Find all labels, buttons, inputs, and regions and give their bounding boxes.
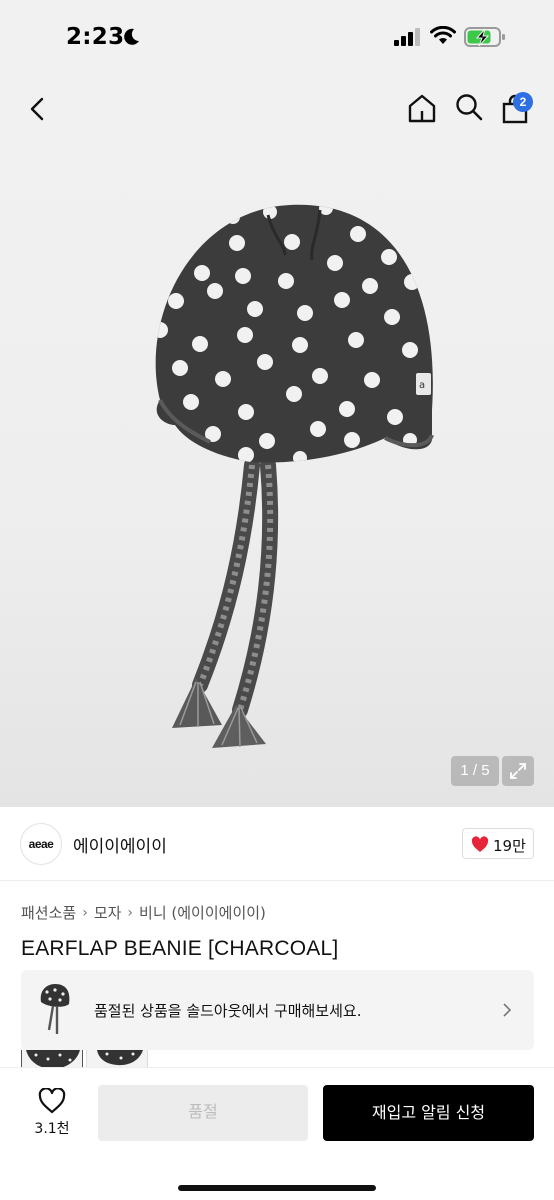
soldout-button: 품절 [98, 1085, 308, 1141]
moon-icon [124, 28, 139, 45]
status-bar: 2:23 [0, 0, 554, 70]
soldout-banner[interactable]: 품절된 상품을 솔드아웃에서 구매해보세요. [21, 970, 534, 1050]
expand-icon [510, 763, 526, 779]
breadcrumb: 패션소품 › 모자 › 비니 (에이이에이이) [21, 902, 266, 923]
brand-logo[interactable]: aeae [20, 823, 62, 865]
chevron-right-icon: › [127, 904, 134, 921]
breadcrumb-item[interactable]: 모자 [94, 902, 122, 923]
chevron-right-icon: › [82, 904, 88, 921]
breadcrumb-item[interactable]: 패션소품 [21, 902, 76, 923]
wish-count: 3.1천 [34, 1121, 70, 1137]
home-indicator [178, 1185, 376, 1191]
home-icon[interactable] [406, 92, 438, 124]
wifi-icon [430, 26, 456, 44]
restock-alert-button[interactable]: 재입고 알림 신청 [323, 1085, 534, 1141]
signal-icon [394, 28, 420, 46]
battery-charging-icon [464, 27, 505, 47]
chevron-right-icon [503, 1003, 512, 1017]
product-image-gallery[interactable]: a 1 / 5 [0, 150, 554, 807]
beanie-thumbnail [40, 984, 70, 1034]
cart-count-badge: 2 [513, 92, 533, 112]
heart-filled-icon [471, 836, 489, 852]
product-title: EARFLAP BEANIE [CHARCOAL] [21, 937, 339, 960]
top-nav: 2 [0, 70, 554, 150]
back-arrow-icon[interactable] [24, 94, 50, 124]
brand-row[interactable]: aeae 에이이에이이 19만 [0, 807, 554, 881]
breadcrumb-item[interactable]: 비니 (에이이에이이) [139, 902, 266, 923]
soldout-banner-text: 품절된 상품을 솔드아웃에서 구매해보세요. [94, 1002, 362, 1020]
expand-image-button[interactable] [502, 756, 534, 786]
image-counter: 1 / 5 [451, 756, 499, 786]
beanie-product-image: a [155, 204, 434, 748]
status-time: 2:23 [66, 24, 125, 50]
brand-name[interactable]: 에이이에이이 [73, 832, 167, 857]
heart-outline-icon[interactable] [38, 1088, 66, 1114]
hat-tag-text: a [419, 380, 425, 391]
search-icon[interactable] [454, 92, 484, 122]
bottom-action-bar: 3.1천 품절 재입고 알림 신청 [0, 1067, 554, 1200]
brand-like-button[interactable]: 19만 [462, 828, 534, 859]
brand-like-count: 19만 [493, 837, 526, 855]
